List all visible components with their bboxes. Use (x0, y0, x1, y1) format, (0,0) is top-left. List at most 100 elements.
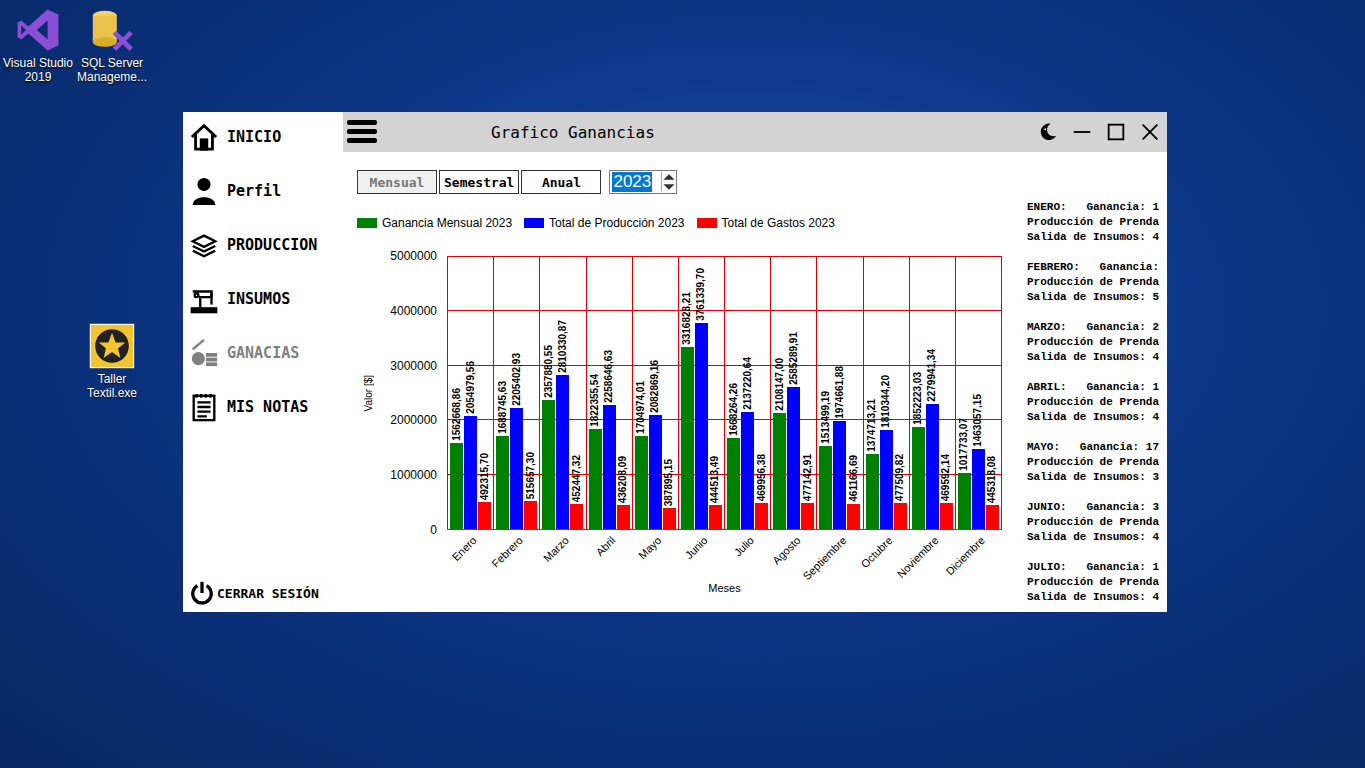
legend-swatch (524, 218, 544, 228)
bar-value-label: 515657,30 (525, 452, 537, 499)
bar-group: 1513499,191974661,88461166,69 (817, 257, 863, 529)
bar[interactable] (847, 504, 860, 529)
bar[interactable] (741, 412, 754, 529)
bar[interactable] (880, 430, 893, 529)
bar[interactable] (986, 505, 999, 529)
year-spinner[interactable] (661, 172, 676, 192)
summary-line: JULIO: Ganancia: 1 (1027, 560, 1165, 575)
bar[interactable] (958, 473, 971, 529)
sidebar-item-label: Perfil (227, 182, 281, 200)
bar[interactable] (450, 443, 463, 529)
bar[interactable] (773, 413, 786, 529)
bar[interactable] (801, 503, 814, 529)
bar[interactable] (695, 323, 708, 529)
maximize-icon[interactable] (1105, 121, 1127, 143)
bar[interactable] (635, 436, 648, 529)
bar[interactable] (819, 446, 832, 529)
bar[interactable] (940, 503, 953, 529)
bar[interactable] (570, 504, 583, 529)
bar[interactable] (464, 416, 477, 529)
bar[interactable] (755, 503, 768, 529)
hamburger-icon[interactable] (347, 119, 377, 145)
bar[interactable] (833, 421, 846, 529)
bar-value-label: 2585289,91 (788, 332, 800, 385)
bar-value-label: 1974661,88 (834, 366, 846, 419)
bar[interactable] (556, 375, 569, 529)
sidebar-item[interactable]: Perfil (189, 166, 339, 216)
bar[interactable] (589, 429, 602, 529)
period-button[interactable]: Semestral (439, 170, 519, 194)
minimize-icon[interactable] (1071, 121, 1093, 143)
legend-swatch (697, 218, 717, 228)
summary-line: Producción de Prenda (1027, 395, 1165, 410)
chart: Valor [$]5000000400000030000002000000100… (357, 256, 1023, 594)
logout-button[interactable]: CERRAR SESIÓN (189, 580, 339, 608)
desktop-icon[interactable]: SQL Server Manageme... (74, 6, 150, 84)
sidebar-item[interactable]: INICIO (189, 112, 339, 162)
sidebar-item[interactable]: PRODUCCION (189, 220, 339, 270)
moon-icon[interactable] (1037, 121, 1059, 143)
bar[interactable] (866, 454, 879, 529)
bar-value-label: 1562668,86 (451, 388, 463, 441)
bar-value-label: 2108147,00 (774, 358, 786, 411)
summary-line: Salida de Insumos: 4 (1027, 410, 1165, 425)
bar[interactable] (709, 505, 722, 529)
bar[interactable] (894, 503, 907, 529)
bar-group: 1562668,862054979,56492315,70 (448, 257, 494, 529)
summary-entry: ENERO: Ganancia: 1Producción de PrendaSa… (1027, 200, 1165, 245)
bar[interactable] (542, 400, 555, 529)
bar-value-label: 2279941,34 (926, 349, 938, 402)
summary-line: Producción de Prenda (1027, 215, 1165, 230)
sidebar-item[interactable]: MIS NOTAS (189, 382, 339, 432)
sidebar-item-label: MIS NOTAS (227, 398, 308, 416)
bar[interactable] (663, 508, 676, 529)
x-tick: Marzo (541, 534, 571, 564)
bar[interactable] (681, 347, 694, 529)
down-arrow-icon[interactable] (662, 182, 676, 192)
bar[interactable] (617, 505, 630, 529)
period-button[interactable]: Mensual (357, 170, 437, 194)
sidebar-item-label: PRODUCCION (227, 236, 317, 254)
desktop-icon[interactable]: Taller Textil.exe (74, 322, 150, 400)
bar[interactable] (912, 427, 925, 529)
x-tick: Julio (732, 534, 756, 558)
bar-value-label: 3316828,21 (681, 292, 693, 345)
bar[interactable] (603, 405, 616, 529)
x-axis-title: Meses (447, 582, 1002, 594)
desktop-icon-label: SQL Server Manageme... (74, 56, 150, 84)
up-arrow-icon[interactable] (662, 172, 676, 182)
summary-line: Salida de Insumos: 4 (1027, 530, 1165, 545)
bar-value-label: 436208,09 (617, 456, 629, 503)
x-tick: Junio (683, 534, 710, 561)
stack-icon (189, 230, 219, 260)
chart-legend: Ganancia Mensual 2023Total de Producción… (357, 216, 1023, 230)
coins-icon (189, 338, 219, 368)
year-value: 2023 (612, 172, 652, 192)
bar[interactable] (972, 449, 985, 529)
summary-line: MAYO: Ganancia: 17 (1027, 440, 1165, 455)
sidebar-item[interactable]: INSUMOS (189, 274, 339, 324)
bar-value-label: 387895,15 (663, 459, 675, 506)
sidebar-item[interactable]: GANACIAS (189, 328, 339, 378)
bar[interactable] (496, 436, 509, 529)
x-tick: Agosto (770, 534, 803, 567)
bar-value-label: 3761339,70 (695, 268, 707, 321)
year-input[interactable]: 2023 (609, 170, 677, 194)
bar[interactable] (926, 404, 939, 529)
bar-value-label: 1688745,63 (497, 381, 509, 434)
bar-group: 1688745,632205402,93515657,30 (494, 257, 540, 529)
bar[interactable] (510, 408, 523, 529)
bar[interactable] (649, 415, 662, 529)
bar[interactable] (727, 438, 740, 529)
bar-value-label: 1852223,03 (912, 372, 924, 425)
summary-line: Salida de Insumos: 3 (1027, 470, 1165, 485)
bar[interactable] (787, 387, 800, 529)
desktop-icon-label: Taller Textil.exe (74, 372, 150, 400)
bar[interactable] (478, 502, 491, 529)
desktop-icon[interactable]: Visual Studio 2019 (0, 6, 76, 84)
period-button[interactable]: Anual (521, 170, 601, 194)
desktop-icon-label: Visual Studio 2019 (0, 56, 76, 84)
bar[interactable] (524, 501, 537, 529)
close-icon[interactable] (1139, 121, 1161, 143)
sql-server-icon (88, 6, 136, 54)
